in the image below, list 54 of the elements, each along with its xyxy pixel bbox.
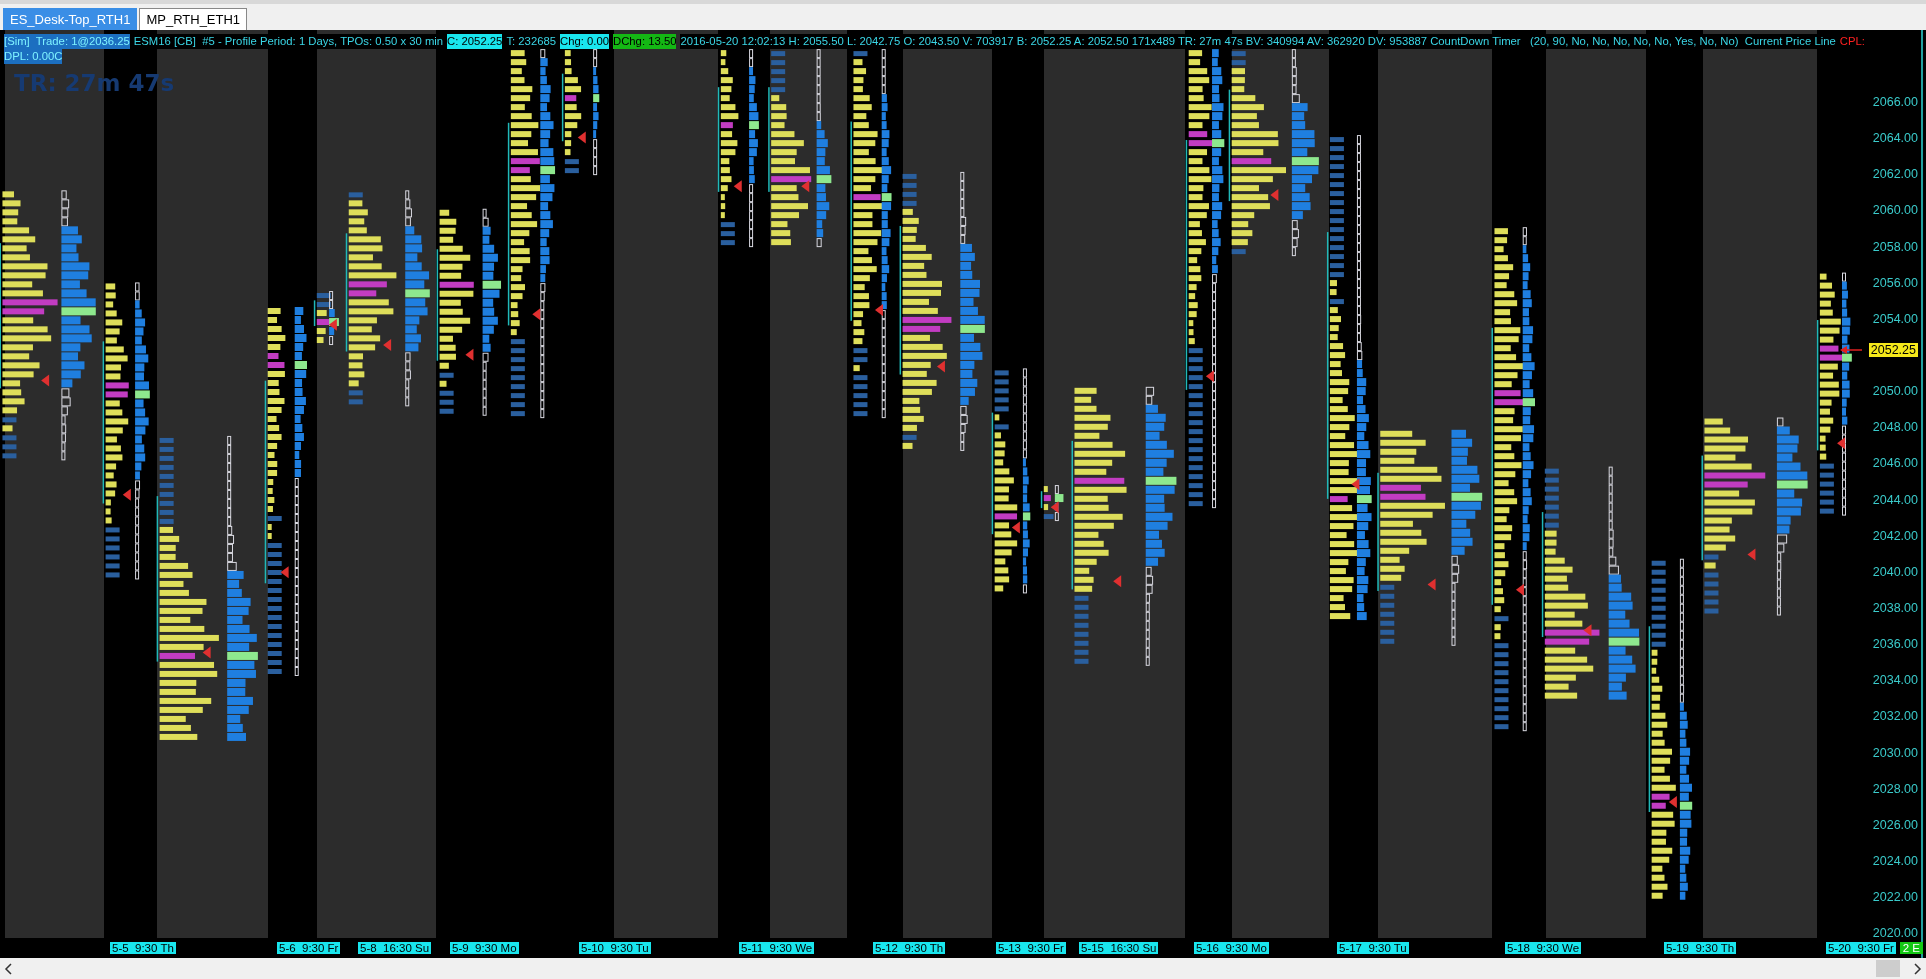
chart-info-text: [Sim] Trade: 1@2036.25	[4, 34, 130, 49]
price-label: 2060.00	[1872, 203, 1918, 218]
scroll-left-icon[interactable]	[4, 962, 14, 975]
price-label: 2034.00	[1872, 673, 1918, 688]
session-date-label: 5-10 9:30 Tu	[579, 942, 651, 954]
end-badge: 2 E	[1899, 942, 1923, 954]
chart-tab[interactable]: MP_RTH_ETH1	[139, 8, 248, 30]
price-label: 2030.00	[1872, 745, 1918, 760]
price-label: 2058.00	[1872, 239, 1918, 254]
price-label: 2020.00	[1872, 926, 1918, 941]
scrollbar-thumb[interactable]	[1876, 960, 1900, 977]
chart-info-text: 2016-05-20 12:02:13 H: 2055.50 L: 2042.75 O: 2043.50 V: 703917 B: 2052.25 A: 2052.50 171x489 TR: 27m 47s BV: 340994 AV: 362920 DV: 953887 CountDown Timer (20, 90, No, No, No, No, No, Yes, No, No) Current Price Line	[680, 34, 1836, 49]
price-label: 2064.00	[1872, 131, 1918, 146]
session-date-label: 5-16 9:30 Mo	[1194, 942, 1269, 954]
price-label: 2028.00	[1872, 781, 1918, 796]
price-label: 2066.00	[1872, 95, 1918, 109]
price-label: 2056.00	[1872, 275, 1918, 290]
price-label: 2038.00	[1872, 600, 1918, 615]
market-profile-drawing	[1040, 485, 1064, 522]
session-date-label: 5-11 9:30 We	[739, 942, 815, 954]
price-label: 2026.00	[1872, 817, 1918, 832]
price-label: 2024.00	[1872, 853, 1918, 868]
session-date-label: 5-8 16:30 Su	[358, 942, 432, 954]
session-date-label: 5-12 9:30 Th	[873, 942, 946, 954]
chart-info-text: ESM16 [CB] #5 - Profile Period: 1 Days, TPOs: 0.50 x 30 min	[133, 34, 444, 49]
session-date-label: 5-18 9:30 We	[1505, 942, 1582, 954]
session-date-label: 5-13 9:30 Fr	[996, 942, 1066, 954]
session-date-label: 5-9 9:30 Mo	[450, 942, 519, 954]
chart-info-text: C: 2052.25	[447, 34, 503, 49]
session-date-label: 5-19 9:30 Th	[1664, 942, 1737, 954]
chart-info-text: DPL: 0.00C	[4, 49, 63, 64]
price-label: 2062.00	[1872, 167, 1918, 182]
session-date-label: 5-17 9:30 Tu	[1337, 942, 1409, 954]
price-label: 2054.00	[1872, 311, 1918, 326]
scroll-right-icon[interactable]	[1912, 962, 1922, 975]
price-label: 2044.00	[1872, 492, 1918, 507]
price-label: 2040.00	[1872, 564, 1918, 579]
session-date-label: 5-15 16:30 Su	[1079, 942, 1159, 954]
market-profile-drawing	[313, 291, 339, 346]
session-date-label: 5-20 9:30 Fr	[1826, 942, 1896, 954]
price-label: 2032.00	[1872, 709, 1918, 724]
chart-info-text: DChg: 13.50	[613, 34, 677, 49]
session-date-label: 5-5 9:30 Th	[110, 942, 176, 954]
price-arrow-icon	[1840, 345, 1862, 356]
price-label: 2050.00	[1872, 384, 1918, 399]
current-price-label: 2052.25	[1868, 343, 1918, 358]
price-label: 2036.00	[1872, 637, 1918, 652]
countdown-timer: TR: 27m 47s	[14, 70, 175, 96]
price-label: 2022.00	[1872, 890, 1918, 905]
chart-info-text: Chg: 0.00	[560, 34, 609, 49]
price-label: 2046.00	[1872, 456, 1918, 471]
price-label: 2048.00	[1872, 420, 1918, 435]
price-label: 2042.00	[1872, 528, 1918, 543]
session-date-label: 5-6 9:30 Fr	[277, 942, 341, 954]
